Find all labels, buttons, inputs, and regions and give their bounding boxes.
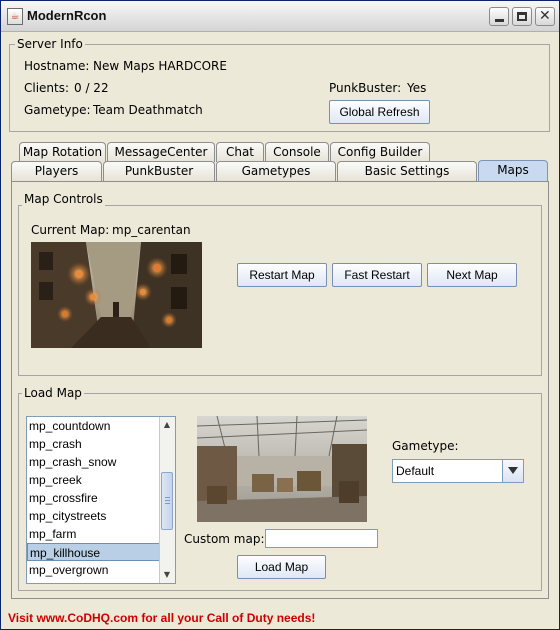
app-window: ☕ ModernRcon ✕ Server Info Hostname: New… [0, 0, 560, 630]
title-bar[interactable]: ☕ ModernRcon ✕ [1, 1, 559, 32]
map-list[interactable]: mp_countdown mp_crash mp_crash_snow mp_c… [26, 416, 176, 584]
load-gametype-label: Gametype: [392, 439, 459, 453]
killhouse-warehouse-scene [197, 416, 367, 522]
next-map-button[interactable]: Next Map [427, 263, 517, 287]
minimize-icon [495, 19, 504, 22]
list-item-selected[interactable]: mp_killhouse [27, 543, 175, 561]
gametype-label: Gametype: [24, 103, 91, 117]
map-list-scrollbar[interactable]: ▲ ▼ [159, 417, 175, 583]
gametype-selected-value: Default [396, 464, 435, 478]
carentan-street-scene [31, 242, 202, 348]
java-cup-icon: ☕ [7, 8, 23, 25]
selected-map-preview-image [197, 416, 367, 522]
grip-line [165, 500, 170, 501]
tab-players[interactable]: Players [11, 161, 102, 181]
dropdown-button[interactable] [502, 460, 523, 482]
tab-punkbuster[interactable]: PunkBuster [103, 161, 215, 181]
window-title: ModernRcon [27, 8, 107, 23]
maximize-button[interactable] [512, 7, 532, 26]
grip-line [165, 497, 170, 498]
list-item[interactable]: mp_creek [27, 471, 175, 489]
tab-message-center[interactable]: MessageCenter [107, 142, 215, 162]
current-map-preview-image [31, 242, 202, 348]
fast-restart-button[interactable]: Fast Restart [332, 263, 422, 287]
close-button[interactable]: ✕ [535, 7, 555, 26]
gametype-select[interactable]: Default [392, 459, 524, 483]
clients-value: 0 / 22 [74, 81, 109, 95]
global-refresh-button[interactable]: Global Refresh [329, 100, 430, 124]
close-icon: ✕ [539, 8, 551, 24]
maximize-icon [517, 12, 527, 21]
clients-label: Clients: [24, 81, 70, 95]
tab-basic-settings[interactable]: Basic Settings [337, 161, 477, 181]
tab-chat[interactable]: Chat [216, 142, 264, 162]
scroll-up-icon[interactable]: ▲ [161, 418, 173, 432]
list-item[interactable]: mp_farm [27, 525, 175, 543]
hostname-label: Hostname: [24, 59, 90, 73]
punkbuster-label: PunkBuster: [329, 81, 402, 95]
grip-line [165, 503, 170, 504]
current-map-value: mp_carentan [112, 223, 191, 237]
scroll-down-icon[interactable]: ▼ [161, 568, 173, 582]
gametype-value: Team Deathmatch [93, 103, 203, 117]
list-item[interactable]: mp_countdown [27, 417, 175, 435]
list-item[interactable]: mp_citystreets [27, 507, 175, 525]
chevron-down-icon [508, 467, 518, 474]
status-message: Visit www.CoDHQ.com for all your Call of… [8, 611, 316, 625]
tab-console[interactable]: Console [265, 142, 329, 162]
tab-map-rotation[interactable]: Map Rotation [19, 142, 106, 162]
punkbuster-value: Yes [407, 81, 427, 95]
list-item[interactable]: mp_crossfire [27, 489, 175, 507]
load-map-title: Load Map [22, 386, 84, 400]
server-info-title: Server Info [15, 37, 85, 51]
list-item[interactable]: mp_crash_snow [27, 453, 175, 471]
tab-gametypes[interactable]: Gametypes [216, 161, 336, 181]
custom-map-input[interactable] [265, 529, 378, 548]
tab-maps[interactable]: Maps [478, 160, 548, 182]
map-controls-title: Map Controls [22, 192, 105, 206]
hostname-value: New Maps HARDCORE [93, 59, 227, 73]
list-item[interactable]: mp_overgrown [27, 561, 175, 579]
current-map-label: Current Map: [31, 223, 110, 237]
custom-map-label: Custom map: [184, 532, 265, 546]
scrollbar-thumb[interactable] [161, 472, 173, 530]
restart-map-button[interactable]: Restart Map [237, 263, 327, 287]
minimize-button[interactable] [489, 7, 509, 26]
tab-config-builder[interactable]: Config Builder [330, 142, 430, 162]
load-map-button[interactable]: Load Map [237, 555, 326, 579]
list-item[interactable]: mp_crash [27, 435, 175, 453]
